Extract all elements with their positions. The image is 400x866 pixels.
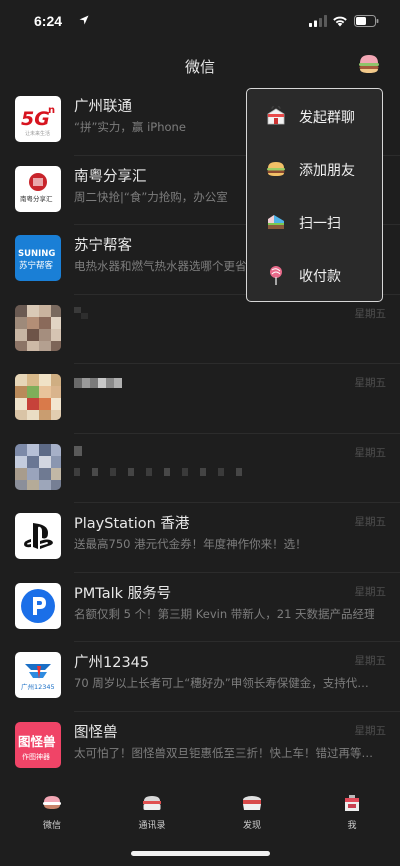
menu-item-group-chat[interactable]: 发起群聊 xyxy=(247,89,382,142)
discover-icon xyxy=(243,796,261,810)
suning-logo: SUNING 苏宁帮客 xyxy=(18,249,55,271)
tab-label: 通讯录 xyxy=(138,821,166,831)
pixelated-avatar xyxy=(15,443,61,490)
menu-item-label: 扫一扫 xyxy=(299,216,341,232)
tab-label: 我 xyxy=(347,821,357,831)
group-chat-icon xyxy=(267,106,285,125)
playstation-logo xyxy=(24,523,53,549)
add-menu-icon[interactable] xyxy=(358,54,380,74)
chat-row-gz12345[interactable]: 广州12345 广州12345 70 周岁以上长者可上“穗好办”申领长寿保健金，… xyxy=(0,642,400,712)
chat-time: 星期五 xyxy=(354,516,387,528)
menu-item-label: 添加朋友 xyxy=(299,163,355,179)
avatar: SUNING 苏宁帮客 xyxy=(15,235,61,281)
chat-preview: 名额仅剩 5 个！第三期 Kevin 带新人，21 天数据产品经理训… xyxy=(74,606,374,621)
menu-item-scan[interactable]: 扫一扫 xyxy=(247,195,382,248)
chat-time: 星期五 xyxy=(354,585,387,598)
chat-time: 星期五 xyxy=(354,655,387,667)
chat-time: 星期五 xyxy=(354,446,387,459)
chat-row-tuguaishou[interactable]: 图怪兽 作图神器 图怪兽 太可怕了！图怪兽双旦钜惠低至三折！快上车！错过再等… … xyxy=(0,712,400,782)
location-arrow-icon xyxy=(79,15,89,25)
menu-item-label: 发起群聊 xyxy=(299,110,355,126)
menu-item-payment[interactable]: 收付款 xyxy=(247,248,382,301)
chat-row-redacted[interactable]: 星期五 xyxy=(0,295,400,364)
nanyue-logo: 南粤分享汇 xyxy=(20,172,53,203)
avatar: 图怪兽 作图神器 xyxy=(15,721,61,768)
page-title: 微信 xyxy=(184,58,215,76)
payment-icon xyxy=(270,266,282,285)
chat-time: 星期五 xyxy=(354,724,387,737)
chat-preview: 太可怕了！图怪兽双旦钜惠低至三折！快上车！错过再等… xyxy=(74,745,373,760)
svg-text:让未来生活: 让未来生活 xyxy=(25,130,50,137)
svg-text:n: n xyxy=(48,105,55,116)
wifi-icon xyxy=(333,16,347,27)
home-indicator xyxy=(131,851,270,856)
avatar xyxy=(15,513,61,559)
chat-name: 苏宁帮客 xyxy=(74,238,132,254)
chat-preview: 送最高750 港元代金券！年度神作你来！选！ xyxy=(74,537,307,551)
menu-item-label: 收付款 xyxy=(299,269,341,285)
chat-name: 广州联通 xyxy=(74,99,132,115)
svg-text:南粤分享汇: 南粤分享汇 xyxy=(20,194,53,203)
tuguaishou-logo: 图怪兽 作图神器 xyxy=(18,734,56,761)
chat-row-redacted[interactable]: 星期五 xyxy=(0,364,400,434)
add-menu-popup: 发起群聊 添加朋友 扫一扫 收付款 xyxy=(246,88,383,302)
chat-name: 南粤分享汇 xyxy=(74,168,147,185)
avatar xyxy=(15,582,61,629)
cellular-signal-icon xyxy=(309,15,327,27)
tab-label: 微信 xyxy=(42,821,61,831)
chat-row-pmtalk[interactable]: PMTalk 服务号 名额仅剩 5 个！第三期 Kevin 带新人，21 天数据… xyxy=(0,573,400,642)
tab-me[interactable]: 我 xyxy=(317,794,387,831)
avatar: 广州12345 xyxy=(15,652,61,698)
me-icon xyxy=(345,795,359,811)
status-bar: 6:24 xyxy=(0,0,400,44)
unicom-5g-logo: 5G n 让未来生活 xyxy=(21,105,55,137)
status-time: 6:24 xyxy=(34,13,63,29)
redacted-name xyxy=(74,378,122,388)
gz12345-logo: 广州12345 xyxy=(21,664,55,691)
svg-text:SUNING: SUNING xyxy=(18,249,55,259)
chat-time: 星期五 xyxy=(354,377,387,389)
contacts-icon xyxy=(143,796,161,810)
svg-text:5G: 5G xyxy=(21,108,50,130)
scan-icon xyxy=(268,215,284,229)
svg-text:作图神器: 作图神器 xyxy=(22,752,50,761)
pixelated-avatar xyxy=(15,374,61,420)
chat-row-redacted[interactable]: 星期五 xyxy=(0,434,400,503)
tab-bar: 微信 通讯录 发现 我 xyxy=(0,782,400,842)
pmtalk-logo xyxy=(21,588,55,623)
menu-item-add-friend[interactable]: 添加朋友 xyxy=(247,142,382,195)
battery-icon xyxy=(354,15,379,27)
tab-discover[interactable]: 发现 xyxy=(217,794,287,831)
avatar: 南粤分享汇 xyxy=(15,165,61,212)
pixelated-avatar xyxy=(15,304,61,351)
pixelated-image xyxy=(15,374,61,420)
redacted-name xyxy=(74,306,88,319)
svg-text:广州12345: 广州12345 xyxy=(21,682,55,691)
nav-bar: 微信 xyxy=(0,44,400,86)
tab-label: 发现 xyxy=(242,821,261,831)
avatar: 5G n 让未来生活 xyxy=(15,96,61,142)
pixelated-image xyxy=(15,443,61,490)
svg-text:苏宁帮客: 苏宁帮客 xyxy=(19,260,54,271)
chat-name: 广州12345 xyxy=(74,655,150,671)
chat-name: PlayStation 香港 xyxy=(74,516,190,532)
redacted-name xyxy=(74,445,82,456)
redacted-preview xyxy=(74,467,242,476)
add-friend-icon xyxy=(267,162,285,176)
tab-chats[interactable]: 微信 xyxy=(17,794,87,831)
tab-contacts[interactable]: 通讯录 xyxy=(117,794,187,831)
chat-time: 星期五 xyxy=(354,307,387,320)
pixelated-image xyxy=(15,304,61,351)
chat-preview: 70 周岁以上长者可上“穗好办”申领长寿保健金，支持代… xyxy=(74,676,369,690)
chats-icon xyxy=(43,796,61,809)
chat-row-playstation[interactable]: PlayStation 香港 送最高750 港元代金券！年度神作你来！选！ 星期… xyxy=(0,503,400,573)
svg-text:图怪兽: 图怪兽 xyxy=(18,734,56,749)
chat-name: 图怪兽 xyxy=(74,724,118,741)
chat-name: PMTalk 服务号 xyxy=(74,585,172,602)
